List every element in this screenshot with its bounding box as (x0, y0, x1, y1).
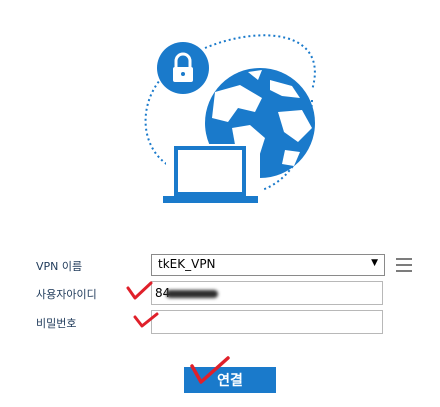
password-input[interactable] (151, 310, 383, 334)
connect-button[interactable]: 연결 (184, 367, 276, 393)
user-id-label: 사용자아이디 (36, 288, 97, 301)
laptop-icon (163, 144, 260, 203)
password-label: 비밀번호 (36, 317, 77, 330)
check-mark-icon (126, 281, 153, 300)
menu-icon[interactable] (396, 258, 412, 272)
redacted-area (166, 290, 218, 298)
user-id-input[interactable]: 84 (151, 281, 383, 305)
vpn-name-value: tkEK_VPN (158, 257, 216, 271)
chevron-down-icon: ▼ (371, 258, 378, 268)
vpn-illustration (144, 34, 316, 203)
lock-icon (157, 42, 209, 94)
vpn-name-select[interactable]: tkEK_VPN ▼ (151, 254, 385, 276)
vpn-name-label: VPN 이름 (36, 260, 83, 273)
